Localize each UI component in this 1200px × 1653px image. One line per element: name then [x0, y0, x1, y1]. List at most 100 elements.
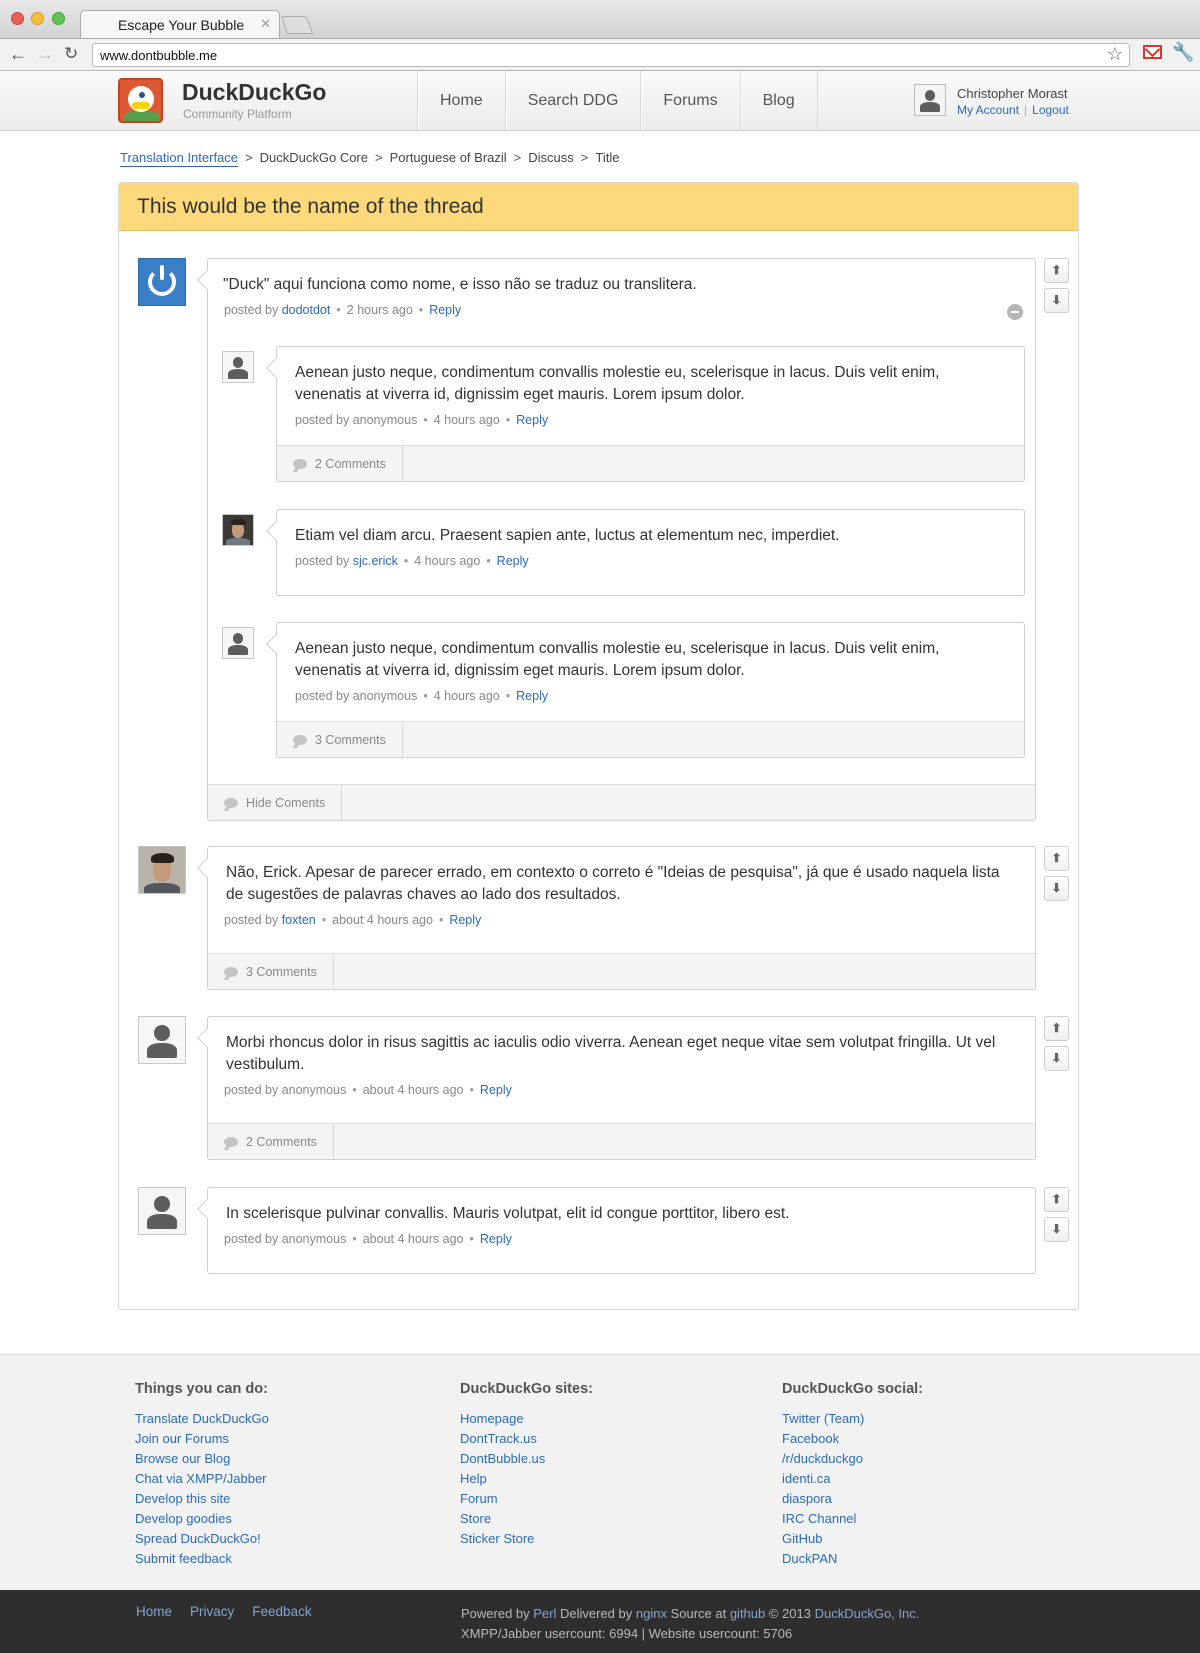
upvote-button[interactable]: ⬆ — [1044, 258, 1069, 283]
avatar[interactable] — [138, 258, 186, 306]
reply-link[interactable]: Reply — [516, 413, 548, 427]
post-meta: posted by foxten • about 4 hours ago • Reply — [224, 913, 482, 927]
nav-home[interactable]: Home — [418, 71, 506, 130]
author-link[interactable]: sjc.erick — [353, 554, 398, 568]
browser-tab[interactable]: Escape Your Bubble ✕ — [80, 10, 280, 38]
hide-comments-button[interactable]: Hide Coments — [208, 785, 343, 820]
comments-button[interactable]: 2 Comments — [208, 1124, 334, 1159]
avatar[interactable] — [222, 351, 254, 383]
new-tab-button[interactable] — [280, 16, 314, 34]
post-meta: posted by sjc.erick • 4 hours ago • Reply — [295, 554, 529, 568]
comments-button[interactable]: 2 Comments — [277, 446, 403, 481]
minimize-window-button[interactable] — [31, 12, 44, 25]
footer-link[interactable]: Develop goodies — [135, 1509, 269, 1529]
person-icon — [223, 628, 253, 658]
logout-link[interactable]: Logout — [1032, 103, 1069, 117]
forward-arrow-icon[interactable]: → — [36, 44, 54, 64]
avatar[interactable] — [138, 846, 186, 894]
footer-link[interactable]: Submit feedback — [135, 1549, 269, 1569]
footer-link[interactable]: Forum — [460, 1489, 593, 1509]
upvote-button[interactable]: ⬆ — [1044, 846, 1069, 871]
footer-link[interactable]: Homepage — [460, 1409, 593, 1429]
company-link[interactable]: DuckDuckGo, Inc. — [815, 1606, 920, 1621]
footer-link[interactable]: Help — [460, 1469, 593, 1489]
footer-link[interactable]: IRC Channel — [782, 1509, 923, 1529]
user-avatar[interactable] — [914, 84, 946, 116]
footer-col-things: Things you can do: Translate DuckDuckGo … — [135, 1381, 269, 1569]
user-links: My Account | Logout — [957, 103, 1069, 117]
bottom-link-privacy[interactable]: Privacy — [190, 1604, 234, 1619]
footer-link[interactable]: Browse our Blog — [135, 1449, 269, 1469]
avatar[interactable] — [138, 1187, 186, 1235]
breadcrumb-language[interactable]: Portuguese of Brazil — [390, 150, 507, 165]
breadcrumb-core[interactable]: DuckDuckGo Core — [260, 150, 368, 165]
footer-link[interactable]: Spread DuckDuckGo! — [135, 1529, 269, 1549]
footer-link[interactable]: DontTrack.us — [460, 1429, 593, 1449]
breadcrumb-discuss[interactable]: Discuss — [528, 150, 574, 165]
footer-link[interactable]: /r/duckduckgo — [782, 1449, 923, 1469]
breadcrumb: Translation Interface > DuckDuckGo Core > Po… — [120, 150, 620, 167]
wrench-icon[interactable]: 🔧 — [1172, 42, 1194, 63]
brand-name[interactable]: DuckDuckGo — [182, 79, 326, 106]
usercount-stats: XMPP/Jabber usercount: 6994 | Website us… — [461, 1626, 793, 1641]
footer-link[interactable]: Develop this site — [135, 1489, 269, 1509]
upvote-button[interactable]: ⬆ — [1044, 1016, 1069, 1041]
footer-link[interactable]: diaspora — [782, 1489, 923, 1509]
bottom-link-home[interactable]: Home — [136, 1604, 172, 1619]
back-arrow-icon[interactable]: ← — [9, 44, 27, 64]
post-meta: posted by anonymous • about 4 hours ago • Re… — [224, 1083, 512, 1097]
footer-link[interactable]: DuckPAN — [782, 1549, 923, 1569]
my-account-link[interactable]: My Account — [957, 103, 1019, 117]
duckduckgo-logo[interactable] — [118, 78, 163, 123]
tab-title: Escape Your Bubble — [118, 17, 245, 33]
footer-link[interactable]: DontBubble.us — [460, 1449, 593, 1469]
close-tab-icon[interactable]: ✕ — [260, 16, 271, 32]
powered-by: Powered by Perl Delivered by nginx Sourc… — [461, 1604, 919, 1644]
avatar[interactable] — [222, 514, 254, 546]
gmail-icon[interactable] — [1143, 45, 1162, 59]
downvote-button[interactable]: ⬇ — [1044, 1217, 1069, 1242]
comments-button[interactable]: 3 Comments — [277, 722, 403, 757]
github-link[interactable]: github — [730, 1606, 765, 1621]
bottom-bar: Home Privacy Feedback Powered by Perl Deli… — [0, 1590, 1200, 1653]
address-bar[interactable]: www.dontbubble.me ☆ — [92, 43, 1130, 67]
reply-link[interactable]: Reply — [497, 554, 529, 568]
nav-blog[interactable]: Blog — [741, 71, 818, 130]
bookmark-star-icon[interactable]: ☆ — [1107, 44, 1123, 65]
footer-link[interactable]: Store — [460, 1509, 593, 1529]
reply-link[interactable]: Reply — [449, 913, 481, 927]
comments-button[interactable]: 3 Comments — [208, 954, 334, 989]
author-link[interactable]: foxten — [282, 913, 316, 927]
reload-icon[interactable]: ↻ — [64, 44, 78, 64]
footer-link[interactable]: Chat via XMPP/Jabber — [135, 1469, 269, 1489]
bottom-link-feedback[interactable]: Feedback — [252, 1604, 311, 1619]
collapse-icon[interactable] — [1007, 304, 1023, 320]
reply-link[interactable]: Reply — [429, 303, 461, 317]
nginx-link[interactable]: nginx — [636, 1606, 667, 1621]
upvote-button[interactable]: ⬆ — [1044, 1187, 1069, 1212]
avatar[interactable] — [222, 627, 254, 659]
footer-link[interactable]: Twitter (Team) — [782, 1409, 923, 1429]
nav-forums[interactable]: Forums — [641, 71, 741, 130]
nav-search-ddg[interactable]: Search DDG — [506, 71, 642, 130]
avatar[interactable] — [138, 1016, 186, 1064]
maximize-window-button[interactable] — [52, 12, 65, 25]
perl-link[interactable]: Perl — [533, 1606, 556, 1621]
downvote-button[interactable]: ⬇ — [1044, 876, 1069, 901]
footer-link[interactable]: Join our Forums — [135, 1429, 269, 1449]
footer-link[interactable]: Translate DuckDuckGo — [135, 1409, 269, 1429]
footer-link[interactable]: identi.ca — [782, 1469, 923, 1489]
reply-link[interactable]: Reply — [516, 689, 548, 703]
footer-link[interactable]: Sticker Store — [460, 1529, 593, 1549]
downvote-button[interactable]: ⬇ — [1044, 288, 1069, 313]
author-link[interactable]: dodotdot — [282, 303, 331, 317]
footer-link[interactable]: Facebook — [782, 1429, 923, 1449]
post-meta: posted by anonymous • 4 hours ago • Reply — [295, 689, 549, 703]
footer-link[interactable]: GitHub — [782, 1529, 923, 1549]
reply-link[interactable]: Reply — [480, 1232, 512, 1246]
close-window-button[interactable] — [11, 12, 24, 25]
downvote-button[interactable]: ⬇ — [1044, 1046, 1069, 1071]
reply-link[interactable]: Reply — [480, 1083, 512, 1097]
breadcrumb-translation-interface[interactable]: Translation Interface — [120, 150, 239, 167]
footer-heading: DuckDuckGo social: — [782, 1381, 924, 1397]
